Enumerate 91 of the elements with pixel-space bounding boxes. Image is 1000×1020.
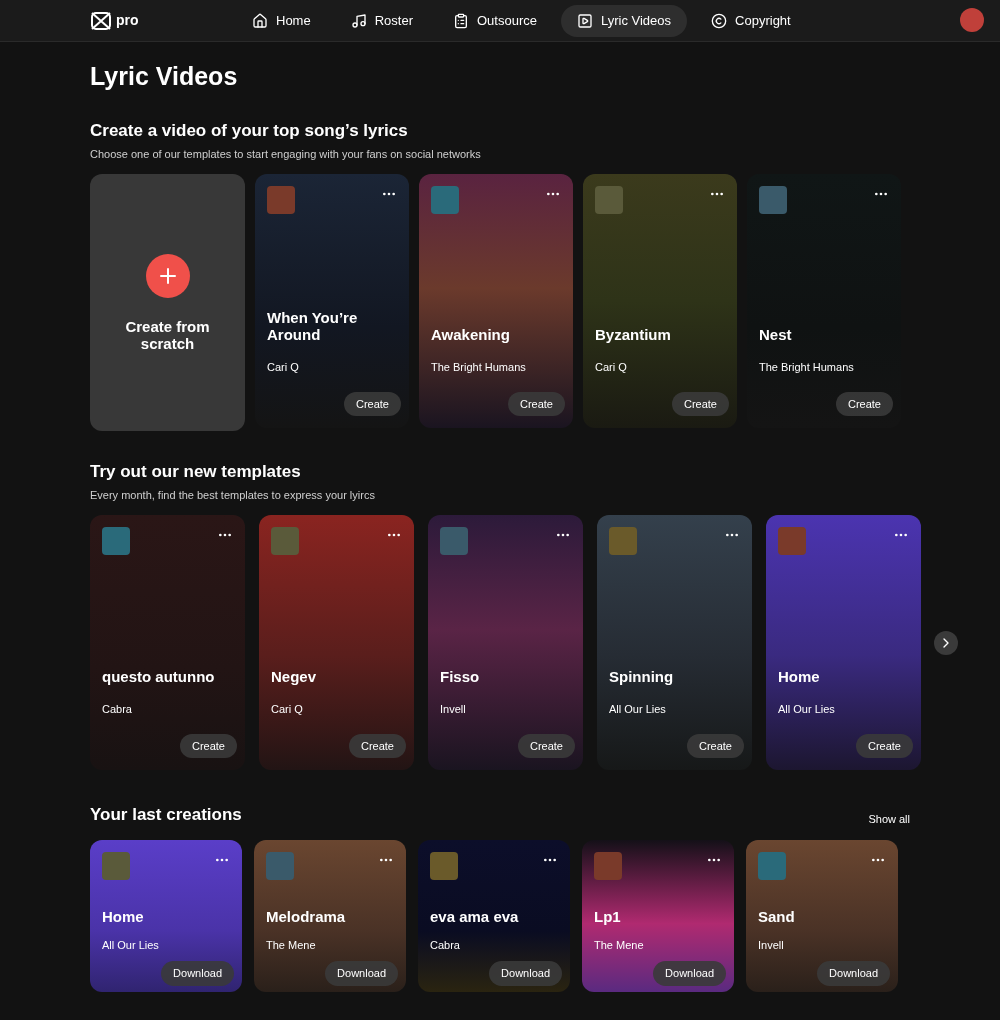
template-card[interactable]: Fisso Invell Create: [428, 515, 583, 770]
play-icon: [576, 12, 593, 29]
card-title: Spinning: [609, 668, 675, 685]
card-title: eva ama eva: [430, 907, 520, 925]
album-thumbnail: [430, 851, 458, 880]
card-title: Negev: [271, 668, 318, 685]
card-artist: Cabra: [102, 702, 133, 717]
show-all-link[interactable]: Show all: [868, 811, 910, 828]
template-card[interactable]: Awakening The Bright Humans Create: [419, 174, 573, 428]
template-card[interactable]: eva ama eva Cabra Download: [418, 839, 570, 992]
logo-text: pro: [116, 11, 139, 30]
album-thumbnail: [266, 851, 294, 880]
copyright-icon: [711, 12, 728, 29]
card-action-button[interactable]: Download: [489, 961, 562, 986]
card-action-button[interactable]: Download: [817, 961, 890, 986]
card-title: Home: [778, 668, 821, 685]
card-action-button[interactable]: Create: [671, 391, 729, 416]
card-title: Awakening: [431, 326, 511, 343]
nav-tab[interactable]: Outsource: [437, 4, 553, 37]
card-artist: All Our Lies: [609, 702, 667, 717]
album-thumbnail: [759, 186, 787, 214]
card-artist: The Mene: [266, 937, 317, 953]
album-thumbnail: [595, 186, 623, 214]
card-artist: The Bright Humans: [431, 360, 527, 375]
nav-tab[interactable]: Copyright: [695, 4, 807, 37]
card-artist: All Our Lies: [778, 702, 836, 717]
nav-tab[interactable]: Home: [236, 4, 327, 37]
create-label: Create from scratch: [124, 317, 211, 352]
album-thumbnail: [102, 851, 130, 880]
card-action-button[interactable]: Create: [348, 733, 406, 758]
card-title: Fisso: [440, 668, 481, 685]
logo-icon: [90, 10, 112, 31]
album-thumbnail: [431, 186, 459, 214]
card-title: Home: [102, 907, 145, 925]
album-thumbnail: [440, 527, 468, 555]
card-artist: Cari Q: [595, 360, 628, 375]
music-note-icon: [350, 12, 367, 29]
template-card[interactable]: Home All Our Lies Download: [90, 839, 242, 992]
card-artist: Invell: [440, 702, 467, 717]
card-action-button[interactable]: Create: [855, 733, 913, 758]
card-artist: The Bright Humans: [759, 360, 855, 375]
card-action-button[interactable]: Create: [517, 733, 575, 758]
card-artist: Cari Q: [267, 360, 300, 375]
card-action-button[interactable]: Create: [835, 391, 893, 416]
album-thumbnail: [609, 527, 637, 555]
template-card[interactable]: Negev Cari Q Create: [259, 515, 414, 770]
card-artist: The Mene: [594, 937, 645, 953]
section-title: Try out our new templates: [90, 461, 302, 483]
nav-tab[interactable]: Lyric Videos: [560, 4, 688, 37]
home-icon: [252, 12, 268, 29]
section-subtitle: Choose one of our templates to start engaging with your fans on social networks: [90, 146, 482, 162]
card-action-button[interactable]: Create: [179, 733, 237, 758]
card-action-button[interactable]: Create: [343, 391, 401, 416]
card-action-button[interactable]: Download: [325, 961, 398, 986]
template-card[interactable]: Sand Invell Download: [746, 839, 898, 992]
template-card[interactable]: Melodrama The Mene Download: [254, 839, 406, 992]
clipboard-icon: [453, 12, 469, 29]
card-title: questo autunno: [102, 668, 216, 685]
page-title: Lyric Videos: [90, 62, 239, 90]
section-subtitle: Every month, find the best templates to express your lyircs: [90, 487, 376, 503]
album-thumbnail: [594, 851, 622, 880]
nav-tab[interactable]: Roster: [334, 4, 429, 37]
album-thumbnail: [267, 186, 295, 214]
card-title: When You’re Around: [267, 309, 359, 343]
next-arrow-button[interactable]: [934, 630, 958, 655]
create-from-scratch-card[interactable]: Create from scratch: [90, 174, 245, 431]
card-action-button[interactable]: Download: [653, 961, 726, 986]
card-artist: Cabra: [430, 937, 461, 953]
card-artist: Invell: [758, 937, 785, 953]
album-thumbnail: [778, 527, 806, 555]
section-title: Create a video of your top song’s lyrics: [90, 120, 409, 142]
card-artist: Cari Q: [271, 702, 304, 717]
card-title: Lp1: [594, 907, 622, 925]
album-thumbnail: [102, 527, 130, 555]
user-avatar[interactable]: [960, 8, 984, 32]
card-title: Melodrama: [266, 907, 347, 925]
card-artist: All Our Lies: [102, 937, 160, 953]
section-title: Your last creations: [90, 804, 242, 826]
template-card[interactable]: Lp1 The Mene Download: [582, 839, 734, 992]
card-action-button[interactable]: Create: [507, 391, 565, 416]
album-thumbnail: [758, 851, 786, 880]
card-title: Sand: [758, 907, 796, 925]
card-action-button[interactable]: Download: [161, 961, 234, 986]
template-card[interactable]: Home All Our Lies Create: [766, 515, 921, 770]
template-card[interactable]: Spinning All Our Lies Create: [597, 515, 752, 770]
card-action-button[interactable]: Create: [686, 733, 744, 758]
template-card[interactable]: questo autunno Cabra Create: [90, 515, 245, 770]
card-title: Byzantium: [595, 326, 672, 343]
album-thumbnail: [271, 527, 299, 555]
template-card[interactable]: Byzantium Cari Q Create: [583, 174, 737, 428]
card-title: Nest: [759, 326, 793, 343]
